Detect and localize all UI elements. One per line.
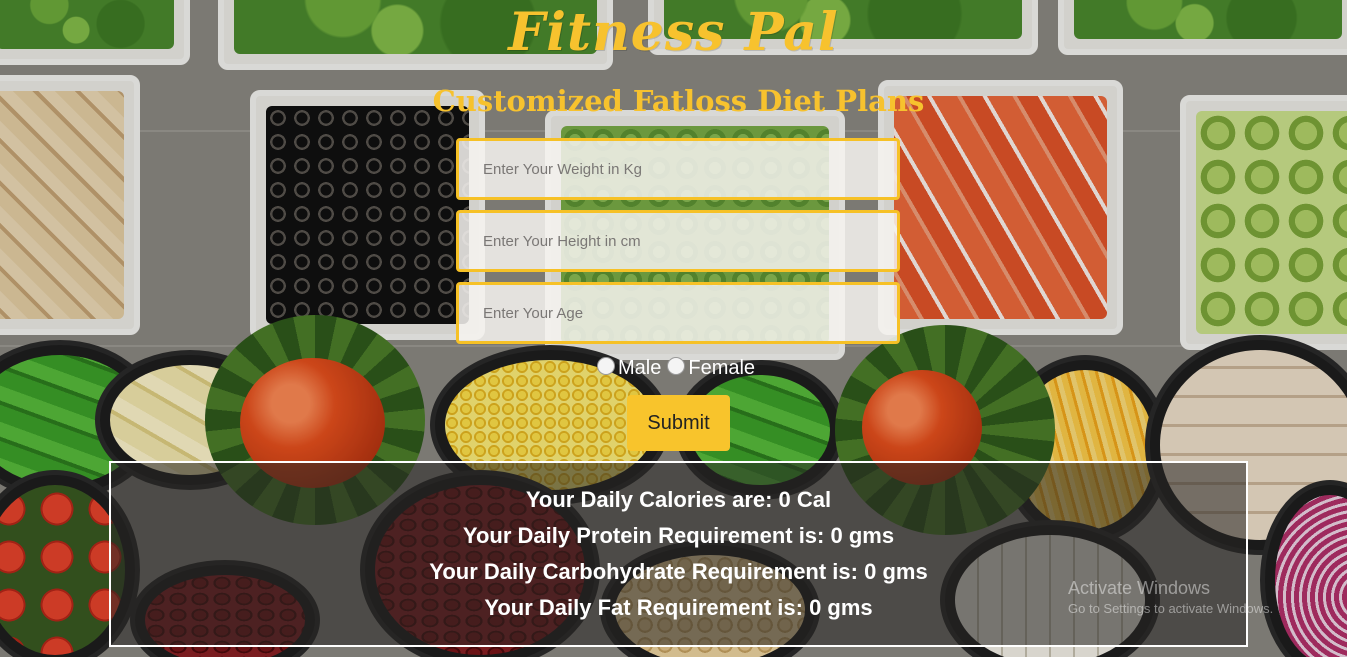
gender-option-female[interactable]: Female [665,357,755,380]
radio-male-icon[interactable] [597,357,615,375]
weight-input[interactable] [456,138,900,200]
app-title: Fitness Pal [508,2,839,63]
calories-result: Your Daily Calories are: 0 Cal [525,487,832,512]
age-input[interactable] [456,282,900,344]
gender-radio-group: Male Female [595,354,759,382]
page-subtitle: Customized Fatloss Diet Plans [432,84,925,118]
protein-result: Your Daily Protein Requirement is: 0 gms [462,523,895,548]
height-input[interactable] [456,210,900,272]
watermark-subtitle: Go to Settings to activate Windows. [1068,601,1274,616]
activate-windows-watermark: Activate Windows Go to Settings to activ… [1068,578,1273,616]
submit-button[interactable]: Submit [627,395,730,451]
results-panel: Your Daily Calories are: 0 Cal Your Dail… [109,461,1248,647]
gender-option-male[interactable]: Male [595,357,661,380]
gender-label-male: Male [618,356,662,379]
gender-label-female: Female [688,356,756,379]
radio-female-icon[interactable] [667,357,686,375]
watermark-title: Activate Windows [1068,578,1211,598]
